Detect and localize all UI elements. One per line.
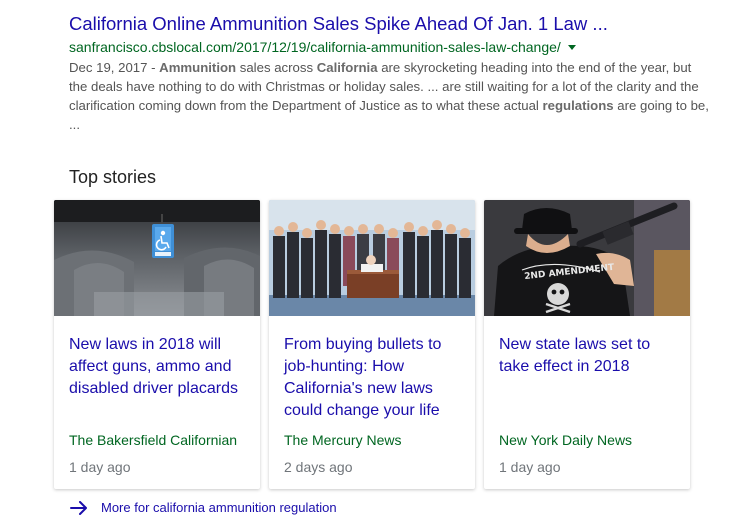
story-title[interactable]: New laws in 2018 will affect guns, ammo … bbox=[69, 334, 253, 400]
top-stories-heading: Top stories bbox=[69, 167, 157, 187]
more-stories-row[interactable]: More for california ammunition regulatio… bbox=[70, 498, 337, 518]
story-thumbnail-bill-signing[interactable] bbox=[269, 200, 475, 316]
snippet-date: Dec 19, 2017 - bbox=[69, 60, 160, 75]
story-card-1[interactable]: New laws in 2018 will affect guns, ammo … bbox=[54, 200, 260, 489]
snippet-text: sales across bbox=[236, 60, 317, 75]
man-with-rifle-image: 2ND AMENDMENT bbox=[484, 200, 690, 316]
url-menu-caret-icon[interactable] bbox=[567, 45, 576, 50]
story-source: New York Daily News bbox=[499, 432, 633, 448]
story-thumbnail-rifle[interactable]: 2ND AMENDMENT bbox=[484, 200, 690, 316]
snippet-bold-term: regulations bbox=[542, 98, 614, 113]
result-url: sanfrancisco.cbslocal.com/2017/12/19/cal… bbox=[69, 39, 561, 55]
result-snippet: Dec 19, 2017 - Ammunition sales across C… bbox=[69, 58, 709, 134]
search-results-page: California Online Ammunition Sales Spike… bbox=[0, 0, 750, 530]
snippet-bold-term: California bbox=[316, 60, 378, 75]
story-timestamp: 1 day ago bbox=[69, 459, 131, 475]
story-timestamp: 1 day ago bbox=[499, 459, 561, 475]
story-source: The Mercury News bbox=[284, 432, 402, 448]
snippet-bold-term: Ammunition bbox=[159, 60, 237, 75]
story-title[interactable]: From buying bullets to job-hunting: How … bbox=[284, 334, 468, 422]
story-title[interactable]: New state laws set to take effect in 201… bbox=[499, 334, 683, 378]
story-card-3[interactable]: 2ND AMENDMENT New state laws set to take… bbox=[484, 200, 690, 489]
top-stories-carousel: New laws in 2018 will affect guns, ammo … bbox=[54, 200, 694, 492]
story-thumbnail-car-placard[interactable] bbox=[54, 200, 260, 316]
result-url-row: sanfrancisco.cbslocal.com/2017/12/19/cal… bbox=[69, 37, 709, 57]
story-card-2[interactable]: From buying bullets to job-hunting: How … bbox=[269, 200, 475, 489]
result-title-link[interactable]: California Online Ammunition Sales Spike… bbox=[69, 12, 709, 36]
car-interior-image bbox=[54, 200, 260, 316]
search-result: California Online Ammunition Sales Spike… bbox=[69, 12, 709, 134]
story-source: The Bakersfield Californian bbox=[69, 432, 238, 448]
more-stories-link[interactable]: More for california ammunition regulatio… bbox=[101, 498, 337, 518]
arrow-right-icon bbox=[70, 501, 87, 515]
story-timestamp: 2 days ago bbox=[284, 459, 353, 475]
bill-signing-image bbox=[269, 200, 475, 316]
